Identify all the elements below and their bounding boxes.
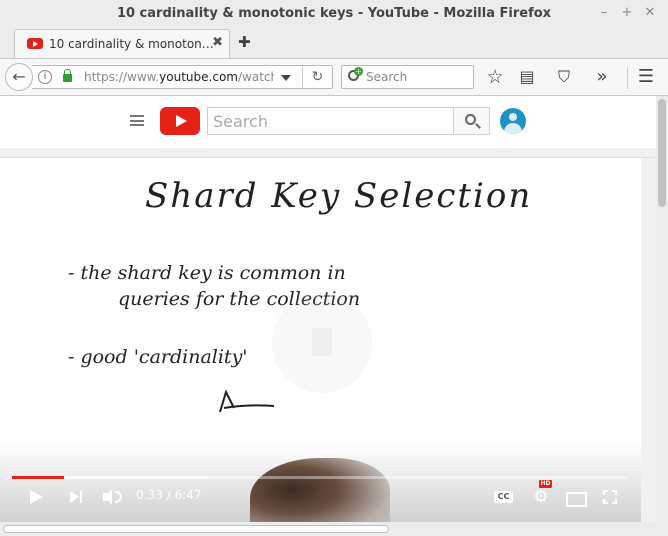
- time-display: 0:33 / 6:47: [136, 488, 202, 502]
- tab-youtube[interactable]: 10 cardinality & monoton… ✖: [14, 29, 230, 58]
- reload-button[interactable]: ↻: [302, 66, 332, 88]
- lock-icon[interactable]: [63, 69, 72, 82]
- whiteboard-bullet2: - good 'cardinality': [68, 346, 248, 368]
- navigation-toolbar: i https://www.youtube.com/watch?v ↻ ← + …: [0, 58, 668, 96]
- current-time: 0:33: [136, 488, 163, 502]
- site-info-icon[interactable]: i: [38, 70, 52, 84]
- back-button[interactable]: ←: [5, 63, 33, 91]
- close-window-button[interactable]: ✕: [642, 5, 658, 21]
- new-tab-button[interactable]: ✚: [238, 33, 251, 51]
- volume-icon[interactable]: [101, 486, 123, 508]
- reading-list-icon[interactable]: ▤: [518, 68, 536, 86]
- window-title: 10 cardinality & monotonic keys - YouTub…: [116, 6, 552, 21]
- pocket-icon[interactable]: ⛉: [555, 68, 573, 86]
- window-titlebar: 10 cardinality & monotonic keys - YouTub…: [0, 0, 668, 28]
- toolbar-separator: [627, 67, 628, 89]
- progress-played: [12, 476, 64, 479]
- next-video-icon[interactable]: [68, 486, 86, 508]
- horizontal-scrollbar[interactable]: [0, 522, 656, 536]
- magnifier-icon: [465, 114, 476, 125]
- duration: 6:47: [174, 488, 202, 502]
- avatar[interactable]: [500, 108, 526, 134]
- vertical-scroll-thumb[interactable]: [658, 99, 666, 207]
- hd-badge: HD: [539, 480, 552, 488]
- video-player[interactable]: Shard Key Selection - the shard key is c…: [0, 158, 641, 522]
- player-gutter: [641, 158, 656, 522]
- player-top-border: [0, 148, 656, 158]
- tab-strip: 10 cardinality & monoton… ✖ ✚: [0, 28, 668, 58]
- vertical-scrollbar[interactable]: [656, 96, 668, 536]
- youtube-watermark-icon: [272, 293, 372, 393]
- youtube-search-button[interactable]: [453, 107, 490, 135]
- url-history-dropdown-icon[interactable]: [281, 75, 291, 81]
- settings-gear-icon[interactable]: ⚙: [531, 486, 551, 508]
- url-bar[interactable]: i https://www.youtube.com/watch?v ↻: [32, 65, 333, 89]
- whiteboard-bullet1-line1: - the shard key is common in: [68, 262, 346, 284]
- overflow-chevron-icon[interactable]: »: [593, 68, 611, 86]
- youtube-favicon-icon: [27, 38, 43, 49]
- url-text[interactable]: https://www.youtube.com/watch?v: [84, 70, 274, 84]
- subtitles-icon[interactable]: [494, 486, 513, 508]
- horizontal-scroll-thumb[interactable]: [3, 525, 389, 533]
- youtube-search-input[interactable]: Search: [207, 107, 454, 135]
- add-search-engine-icon: +: [354, 67, 363, 76]
- play-icon[interactable]: [27, 486, 45, 508]
- maximize-button[interactable]: +: [619, 5, 635, 21]
- theater-mode-icon[interactable]: [564, 486, 587, 508]
- browser-search-placeholder: Search: [366, 70, 408, 84]
- whiteboard-title: Shard Key Selection: [145, 176, 533, 216]
- tab-close-icon[interactable]: ✖: [212, 35, 223, 50]
- youtube-search-placeholder: Search: [213, 112, 268, 131]
- hamburger-menu-icon[interactable]: ☰: [637, 68, 655, 86]
- bookmark-star-icon[interactable]: ☆: [486, 68, 504, 87]
- guide-menu-icon[interactable]: [130, 115, 144, 126]
- tab-label: 10 cardinality & monoton…: [49, 37, 214, 51]
- browser-search-box[interactable]: + Search: [341, 65, 474, 89]
- whiteboard-arrow: [219, 389, 275, 413]
- fullscreen-icon[interactable]: [600, 486, 620, 508]
- youtube-logo[interactable]: [160, 107, 200, 135]
- page-content: Search Shard Key Selection - the shard k…: [0, 96, 656, 522]
- minimize-button[interactable]: –: [596, 5, 612, 21]
